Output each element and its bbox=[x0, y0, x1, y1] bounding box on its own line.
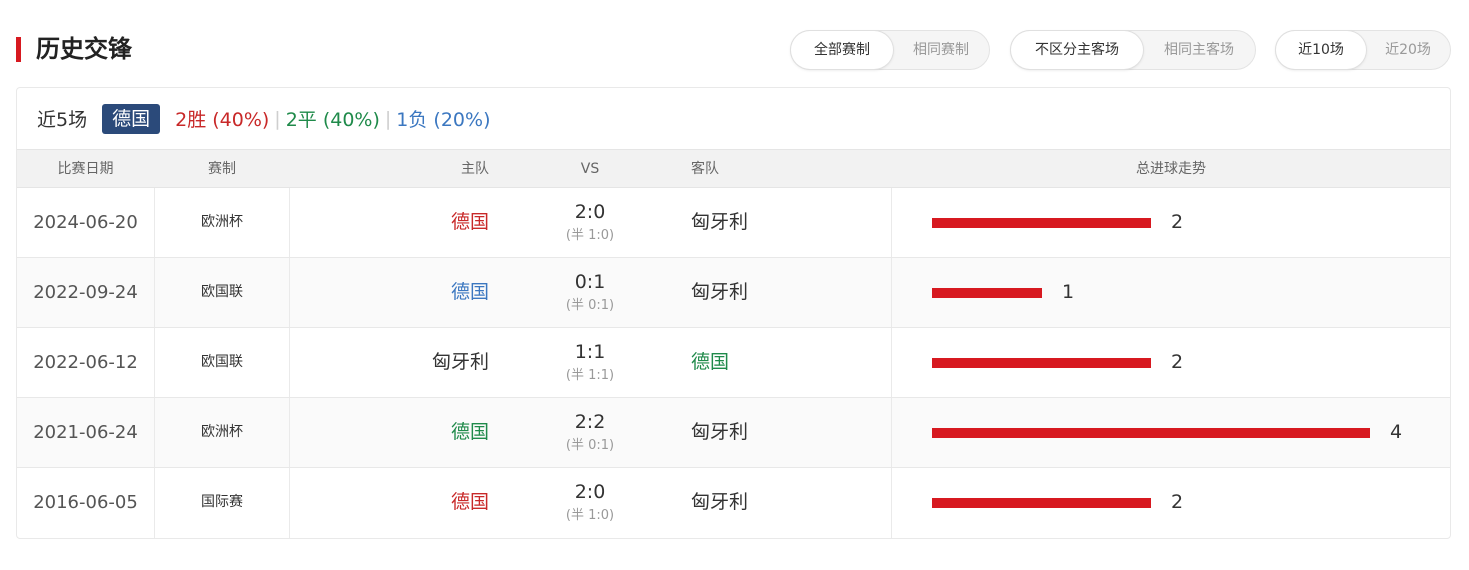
head-to-head-panel: 近5场 德国 2胜 (40%) | 2平 (40%) | 1负 (20%) 比赛… bbox=[16, 87, 1451, 539]
column-header-date: 比赛日期 bbox=[57, 161, 114, 177]
column-divider bbox=[289, 188, 290, 257]
half-time-score: (半 1:1) bbox=[565, 368, 615, 383]
filter-any-venue-button[interactable]: 不区分主客场 bbox=[1011, 31, 1143, 69]
match-score[interactable]: 2:0 (半 1:0) bbox=[540, 200, 640, 246]
half-time-score: (半 0:1) bbox=[565, 438, 615, 453]
total-goals-bar bbox=[932, 358, 1151, 368]
column-divider bbox=[891, 188, 892, 257]
column-divider bbox=[289, 328, 290, 397]
matches-table: 比赛日期 赛制 主队 VS 客队 总进球走势 2024-06-20 欧洲杯 德国 2:… bbox=[17, 149, 1450, 538]
away-team[interactable]: 匈牙利 bbox=[691, 258, 748, 327]
summary-draws: 2平 (40%) bbox=[285, 109, 380, 131]
total-goals-value: 2 bbox=[1171, 211, 1184, 233]
column-divider bbox=[289, 398, 290, 467]
match-competition[interactable]: 欧洲杯 bbox=[155, 188, 289, 257]
table-body: 2024-06-20 欧洲杯 德国 2:0 (半 1:0) 匈牙利 2 2022-09-24 欧… bbox=[17, 188, 1450, 538]
summary-separator: | bbox=[274, 107, 281, 130]
match-date: 2024-06-20 bbox=[33, 212, 138, 233]
match-competition[interactable]: 欧洲杯 bbox=[155, 398, 289, 467]
column-divider bbox=[289, 468, 290, 538]
column-header-vs: VS bbox=[580, 161, 600, 177]
summary-losses: 1负 (20%) bbox=[396, 109, 491, 131]
home-team[interactable]: 匈牙利 bbox=[432, 328, 489, 397]
column-header-competition: 赛制 bbox=[208, 161, 236, 177]
venue-filter: 不区分主客场 相同主客场 bbox=[1010, 30, 1256, 70]
section-header: 历史交锋 全部赛制 相同赛制 不区分主客场 相同主客场 近10场 近20场 bbox=[0, 0, 1469, 88]
match-competition[interactable]: 国际赛 bbox=[155, 468, 289, 537]
competition-filter: 全部赛制 相同赛制 bbox=[790, 30, 990, 70]
full-time-score: 2:2 bbox=[574, 411, 606, 433]
home-team[interactable]: 德国 bbox=[451, 468, 489, 537]
total-goals-bar bbox=[932, 218, 1151, 228]
column-header-trend: 总进球走势 bbox=[1136, 161, 1206, 177]
filter-all-competitions-button[interactable]: 全部赛制 bbox=[791, 31, 893, 69]
summary-range-label: 近5场 bbox=[37, 109, 88, 131]
column-header-home: 主队 bbox=[461, 161, 489, 177]
total-goals-value: 1 bbox=[1062, 281, 1075, 303]
away-team[interactable]: 匈牙利 bbox=[691, 188, 748, 257]
table-row[interactable]: 2024-06-20 欧洲杯 德国 2:0 (半 1:0) 匈牙利 2 bbox=[17, 188, 1450, 258]
column-header-away: 客队 bbox=[691, 161, 719, 177]
home-team[interactable]: 德国 bbox=[451, 398, 489, 467]
full-time-score: 1:1 bbox=[574, 341, 606, 363]
away-team[interactable]: 匈牙利 bbox=[691, 398, 748, 467]
record-summary: 近5场 德国 2胜 (40%) | 2平 (40%) | 1负 (20%) bbox=[17, 88, 1450, 149]
column-divider bbox=[891, 328, 892, 397]
summary-separator: | bbox=[384, 107, 392, 130]
away-team[interactable]: 德国 bbox=[691, 328, 729, 397]
table-row[interactable]: 2022-09-24 欧国联 德国 0:1 (半 0:1) 匈牙利 1 bbox=[17, 258, 1450, 328]
column-divider bbox=[289, 258, 290, 327]
total-goals-value: 2 bbox=[1171, 491, 1184, 513]
total-goals-bar bbox=[932, 498, 1151, 508]
filter-same-competition-button[interactable]: 相同赛制 bbox=[893, 31, 989, 69]
column-divider bbox=[891, 468, 892, 538]
half-time-score: (半 1:0) bbox=[565, 508, 615, 523]
title-accent-bar bbox=[16, 37, 21, 62]
column-divider bbox=[891, 258, 892, 327]
summary-wins: 2胜 (40%) bbox=[175, 109, 270, 131]
total-goals-value: 4 bbox=[1390, 421, 1403, 443]
match-competition[interactable]: 欧国联 bbox=[155, 328, 289, 397]
full-time-score: 2:0 bbox=[574, 481, 606, 503]
match-score[interactable]: 1:1 (半 1:1) bbox=[540, 340, 640, 386]
home-team[interactable]: 德国 bbox=[451, 188, 489, 257]
match-score[interactable]: 0:1 (半 0:1) bbox=[540, 270, 640, 316]
match-date: 2016-06-05 bbox=[33, 492, 138, 513]
match-date: 2021-06-24 bbox=[33, 422, 138, 443]
full-time-score: 2:0 bbox=[574, 201, 606, 223]
match-competition[interactable]: 欧国联 bbox=[155, 258, 289, 327]
half-time-score: (半 0:1) bbox=[565, 298, 615, 313]
filter-last-10-button[interactable]: 近10场 bbox=[1276, 31, 1366, 69]
match-score[interactable]: 2:2 (半 0:1) bbox=[540, 410, 640, 456]
total-goals-bar bbox=[932, 428, 1370, 438]
match-score[interactable]: 2:0 (半 1:0) bbox=[540, 480, 640, 526]
range-filter: 近10场 近20场 bbox=[1275, 30, 1451, 70]
table-row[interactable]: 2016-06-05 国际赛 德国 2:0 (半 1:0) 匈牙利 2 bbox=[17, 468, 1450, 538]
total-goals-value: 2 bbox=[1171, 351, 1184, 373]
filter-same-venue-button[interactable]: 相同主客场 bbox=[1143, 31, 1255, 69]
away-team[interactable]: 匈牙利 bbox=[691, 468, 748, 537]
match-date: 2022-06-12 bbox=[33, 352, 138, 373]
match-date: 2022-09-24 bbox=[33, 282, 138, 303]
home-team[interactable]: 德国 bbox=[451, 258, 489, 327]
full-time-score: 0:1 bbox=[574, 271, 606, 293]
filter-last-20-button[interactable]: 近20场 bbox=[1366, 31, 1450, 69]
summary-team-badge: 德国 bbox=[102, 103, 161, 134]
half-time-score: (半 1:0) bbox=[565, 228, 615, 243]
table-row[interactable]: 2022-06-12 欧国联 匈牙利 1:1 (半 1:1) 德国 2 bbox=[17, 328, 1450, 398]
section-title: 历史交锋 bbox=[36, 35, 132, 63]
column-divider bbox=[891, 398, 892, 467]
table-header: 比赛日期 赛制 主队 VS 客队 总进球走势 bbox=[17, 149, 1450, 188]
total-goals-bar bbox=[932, 288, 1042, 298]
table-row[interactable]: 2021-06-24 欧洲杯 德国 2:2 (半 0:1) 匈牙利 4 bbox=[17, 398, 1450, 468]
